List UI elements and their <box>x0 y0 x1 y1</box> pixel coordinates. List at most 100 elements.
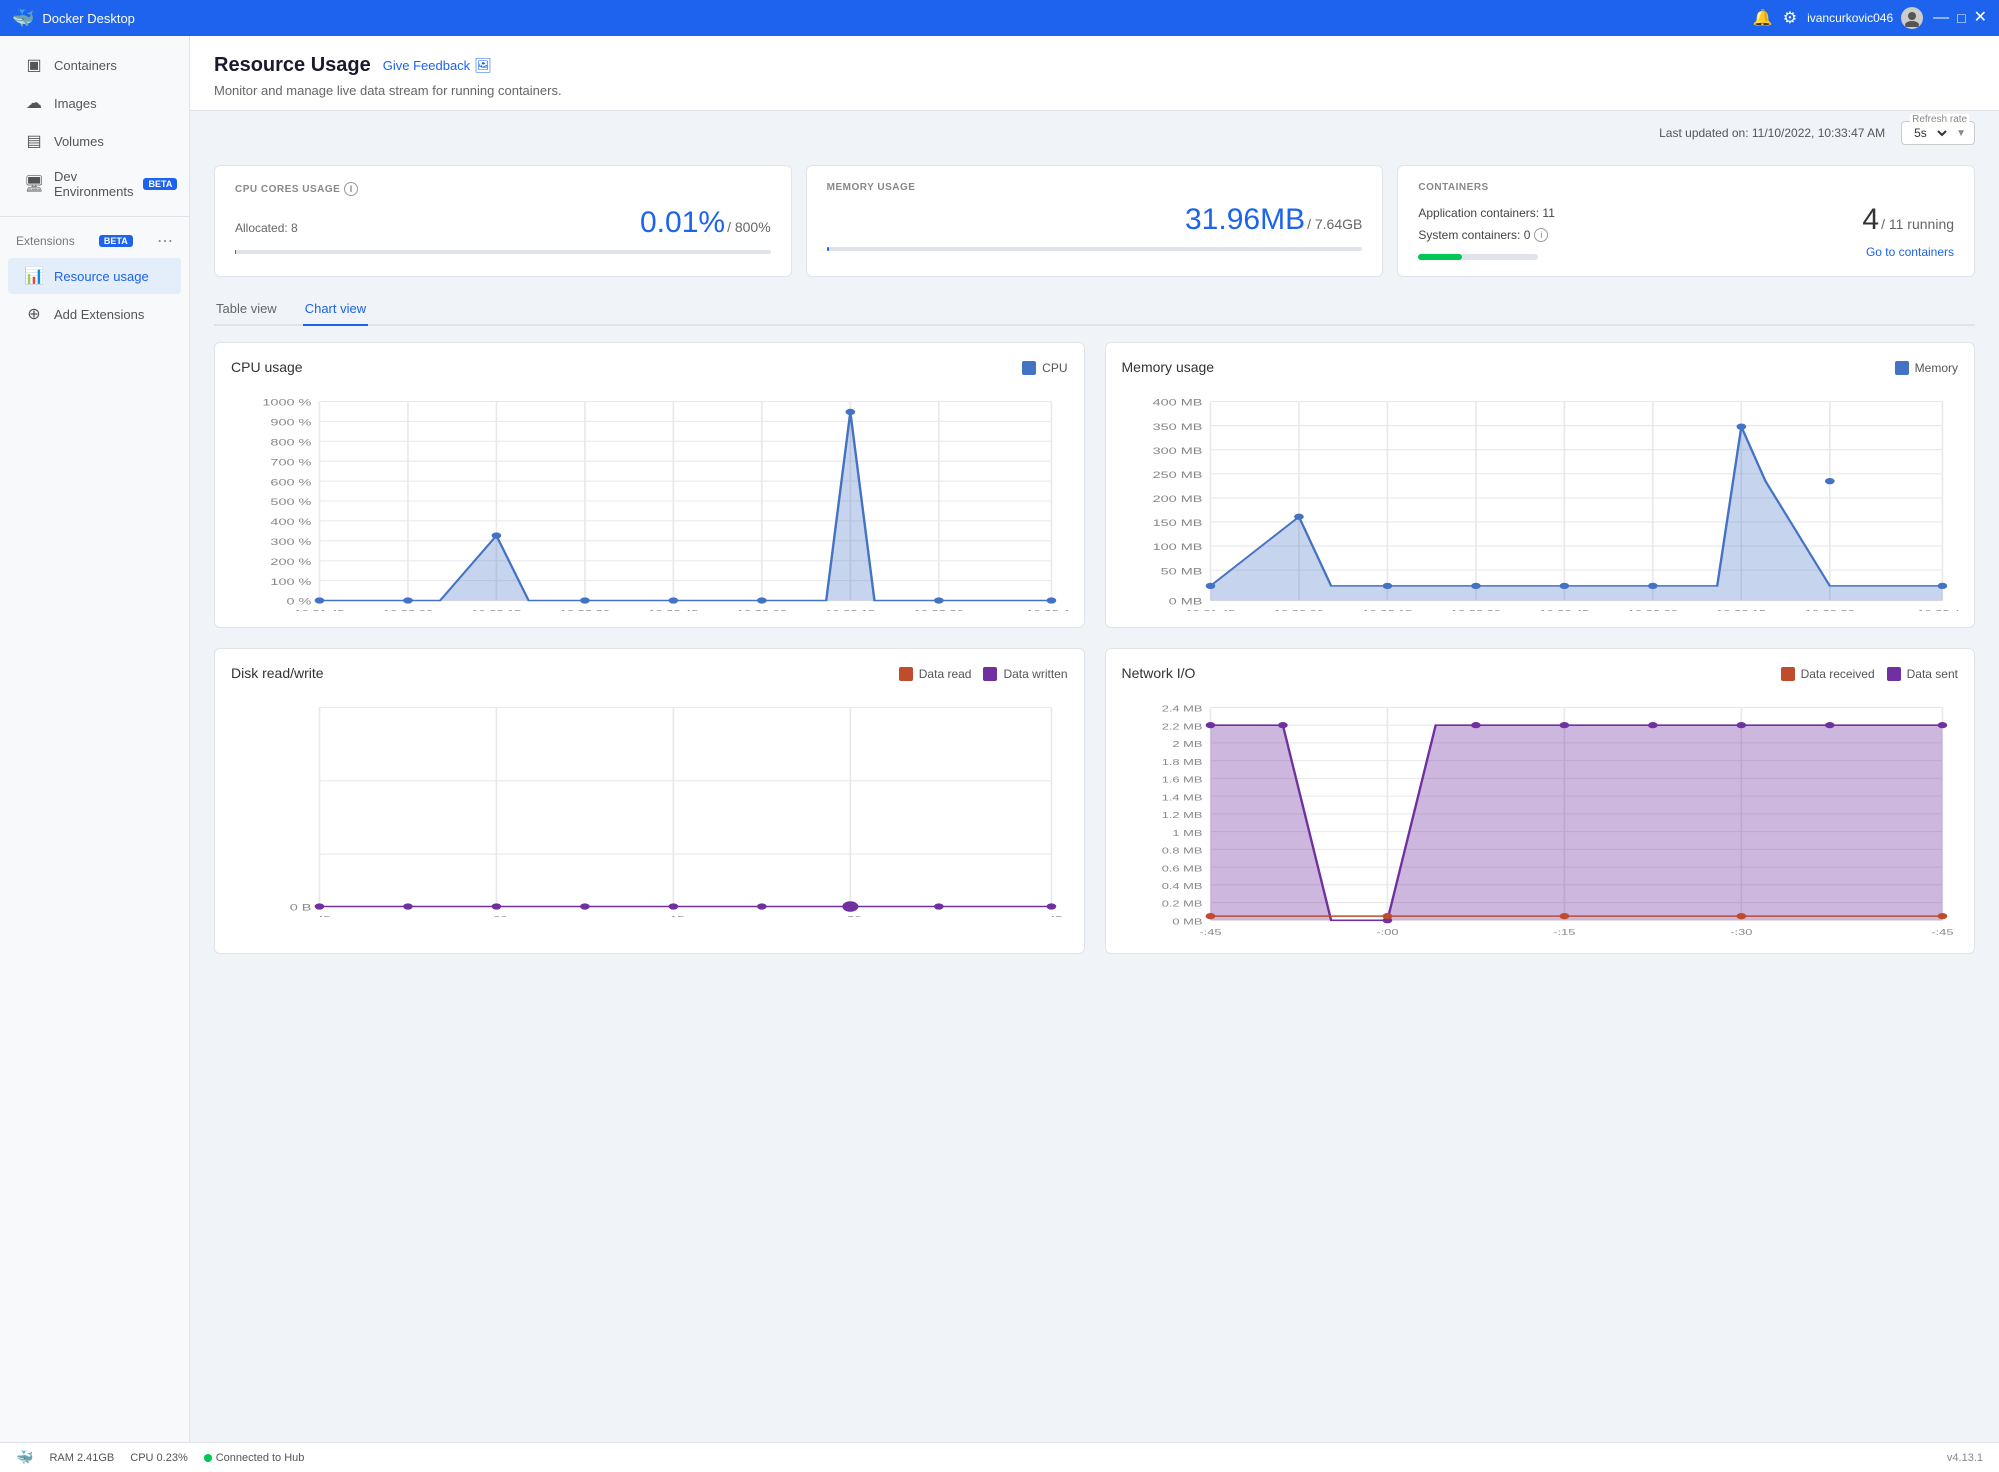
svg-text:-:00: -:00 <box>485 915 507 917</box>
disk-chart-svg: 0 B -:45 -:00 -:15 -:30 -:45 <box>231 697 1068 917</box>
maximize-button[interactable]: □ <box>1957 11 1965 25</box>
svg-text:1.8 MB: 1.8 MB <box>1161 758 1202 767</box>
sidebar-item-containers-label: Containers <box>54 58 117 73</box>
cpu-allocated: Allocated: 8 <box>235 221 298 235</box>
give-feedback-label: Give Feedback <box>383 58 470 73</box>
tab-table-view[interactable]: Table view <box>214 293 279 326</box>
user-section: ivancurkovic046 <box>1807 7 1923 29</box>
cpu-legend-label: CPU <box>1042 361 1067 375</box>
svg-text:-:15: -:15 <box>662 915 684 917</box>
refresh-rate-container: Refresh rate 5s 10s 30s ▼ <box>1901 121 1975 145</box>
memory-bar <box>827 247 1363 251</box>
give-feedback-link[interactable]: Give Feedback 🖼 <box>383 57 492 74</box>
status-bar: 🐳 RAM 2.41GB CPU 0.23% Connected to Hub … <box>0 1442 1999 1472</box>
memory-chart-svg: 400 MB 350 MB 300 MB 250 MB 200 MB 150 M… <box>1122 391 1959 611</box>
svg-text:-:00: -:00 <box>1376 928 1398 937</box>
containers-bar <box>1418 254 1538 260</box>
bell-icon[interactable]: 🔔 <box>1753 8 1773 28</box>
gear-icon[interactable]: ⚙ <box>1783 8 1797 28</box>
refresh-rate-select[interactable]: 5s 10s 30s <box>1910 125 1950 141</box>
feedback-icon: 🖼 <box>474 57 492 74</box>
svg-text:-:45: -:45 <box>1040 915 1062 917</box>
svg-text:10:31:45: 10:31:45 <box>1185 609 1235 611</box>
memory-chart-area: 400 MB 350 MB 300 MB 250 MB 200 MB 150 M… <box>1122 391 1959 611</box>
cards-row: CPU CORES USAGE i Allocated: 8 0.01% / 8… <box>190 155 1999 293</box>
network-chart-svg: 2.4 MB 2.2 MB 2 MB 1.8 MB 1.6 MB 1.4 MB … <box>1122 697 1959 937</box>
sidebar-item-volumes[interactable]: ▤ Volumes <box>8 123 181 159</box>
svg-text:1.2 MB: 1.2 MB <box>1161 811 1202 820</box>
sidebar-item-images[interactable]: ☁ Images <box>8 85 181 121</box>
svg-text:2.4 MB: 2.4 MB <box>1161 705 1202 714</box>
svg-text:400 %: 400 % <box>270 517 311 528</box>
network-received-legend-label: Data received <box>1801 667 1875 681</box>
sidebar-item-resource-usage[interactable]: 📊 Resource usage <box>8 258 181 294</box>
extensions-more-button[interactable]: ⋯ <box>157 231 173 251</box>
page-header: Resource Usage Give Feedback 🖼 Monitor a… <box>190 36 1999 111</box>
svg-text:0 B: 0 B <box>290 902 312 913</box>
svg-text:10:32:30: 10:32:30 <box>1450 609 1500 611</box>
svg-text:-:15: -:15 <box>1553 928 1575 937</box>
charts-section: CPU usage CPU <box>190 326 1999 990</box>
svg-text:10:33:00: 10:33:00 <box>1627 609 1677 611</box>
svg-text:800 %: 800 % <box>270 437 311 448</box>
extensions-beta-badge: BETA <box>99 235 133 247</box>
svg-text:-:45: -:45 <box>1199 928 1221 937</box>
page-subtitle: Monitor and manage live data stream for … <box>214 83 1975 98</box>
svg-text:-:30: -:30 <box>839 915 861 917</box>
svg-text:1.6 MB: 1.6 MB <box>1161 776 1202 785</box>
go-to-containers-link[interactable]: Go to containers <box>1866 245 1954 259</box>
titlebar-left: 🐳 Docker Desktop <box>12 8 135 29</box>
resource-usage-icon: 📊 <box>24 266 44 286</box>
close-button[interactable]: ✕ <box>1974 10 1987 26</box>
volumes-icon: ▤ <box>24 131 44 151</box>
minimize-button[interactable]: — <box>1933 10 1949 26</box>
disk-written-legend-label: Data written <box>1003 667 1067 681</box>
tab-chart-view[interactable]: Chart view <box>303 293 368 326</box>
disk-read-legend-label: Data read <box>919 667 972 681</box>
cpu-legend-box <box>1022 361 1036 375</box>
sidebar-divider <box>0 216 189 217</box>
svg-text:600 %: 600 % <box>270 477 311 488</box>
containers-app: Application containers: 11 <box>1418 203 1555 225</box>
containers-bar-fill <box>1418 254 1461 260</box>
containers-count: 4 <box>1862 203 1879 237</box>
memory-bar-fill <box>827 247 829 251</box>
memory-legend-box <box>1895 361 1909 375</box>
user-avatar[interactable] <box>1901 7 1923 29</box>
status-whale-icon: 🐳 <box>16 1449 33 1466</box>
svg-text:1000 %: 1000 % <box>262 397 311 408</box>
network-sent-legend-label: Data sent <box>1907 667 1958 681</box>
svg-text:200 %: 200 % <box>270 557 311 568</box>
add-extensions-icon: ⊕ <box>24 304 44 324</box>
status-connected-dot <box>204 1454 212 1462</box>
memory-chart-title: Memory usage <box>1122 359 1215 375</box>
disk-read-legend-box <box>899 667 913 681</box>
status-cpu: CPU 0.23% <box>130 1452 187 1464</box>
containers-card: CONTAINERS Application containers: 11 Sy… <box>1397 165 1975 277</box>
svg-text:900 %: 900 % <box>270 417 311 428</box>
svg-text:50 MB: 50 MB <box>1160 566 1202 577</box>
network-chart-container: Network I/O Data received Data sent <box>1105 648 1976 954</box>
tabs-row: Table view Chart view <box>214 293 1975 326</box>
containers-sys: System containers: 0 <box>1418 225 1530 247</box>
memory-max: / 7.64GB <box>1307 216 1362 232</box>
sys-containers-info-icon[interactable]: i <box>1534 228 1548 242</box>
sidebar-item-containers[interactable]: ▣ Containers <box>8 47 181 83</box>
last-updated: Last updated on: 11/10/2022, 10:33:47 AM <box>1659 126 1885 140</box>
sidebar-item-add-extensions[interactable]: ⊕ Add Extensions <box>8 296 181 332</box>
svg-text:10:33:30: 10:33:30 <box>1804 609 1854 611</box>
disk-chart-title: Disk read/write <box>231 665 324 681</box>
svg-text:150 MB: 150 MB <box>1152 518 1202 529</box>
images-icon: ☁ <box>24 93 44 113</box>
svg-text:0.6 MB: 0.6 MB <box>1161 865 1202 874</box>
svg-text:700 %: 700 % <box>270 457 311 468</box>
svg-text:300 MB: 300 MB <box>1152 446 1202 457</box>
cpu-info-icon[interactable]: i <box>344 182 358 196</box>
status-left: 🐳 RAM 2.41GB CPU 0.23% Connected to Hub <box>16 1449 304 1466</box>
svg-text:100 MB: 100 MB <box>1152 542 1202 553</box>
sidebar-item-dev-environments[interactable]: 🖥 Dev Environments BETA <box>8 161 181 207</box>
memory-chart-container: Memory usage Memory <box>1105 342 1976 628</box>
svg-text:10:33:15: 10:33:15 <box>825 609 875 611</box>
page-title: Resource Usage <box>214 54 371 77</box>
svg-text:-:45: -:45 <box>1931 928 1953 937</box>
